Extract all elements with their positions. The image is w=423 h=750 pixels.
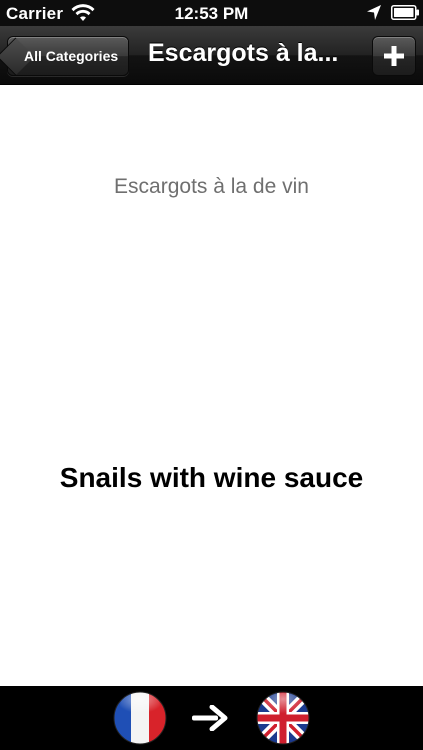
plus-icon (384, 46, 404, 66)
language-switch-bar (0, 686, 423, 750)
back-button[interactable]: All Categories (7, 36, 130, 76)
original-phrase: Escargots à la de vin (114, 175, 309, 198)
phrase-detail-screen: Carrier 12:53 PM All Categories Escargot… (0, 0, 423, 750)
status-bar: Carrier 12:53 PM (0, 0, 423, 26)
clock-time: 12:53 PM (174, 4, 249, 23)
battery-icon (391, 5, 419, 20)
back-button-label: All Categories (24, 48, 119, 64)
add-button[interactable] (372, 36, 416, 76)
location-icon (367, 5, 381, 20)
translated-phrase: Snails with wine sauce (59, 462, 364, 493)
navigation-bar: All Categories Escargots à la... (0, 26, 423, 85)
page-title: Escargots à la... (148, 39, 339, 67)
france-flag-icon[interactable] (113, 691, 167, 745)
uk-flag-icon[interactable] (256, 691, 310, 745)
arrow-right-icon (192, 705, 228, 731)
